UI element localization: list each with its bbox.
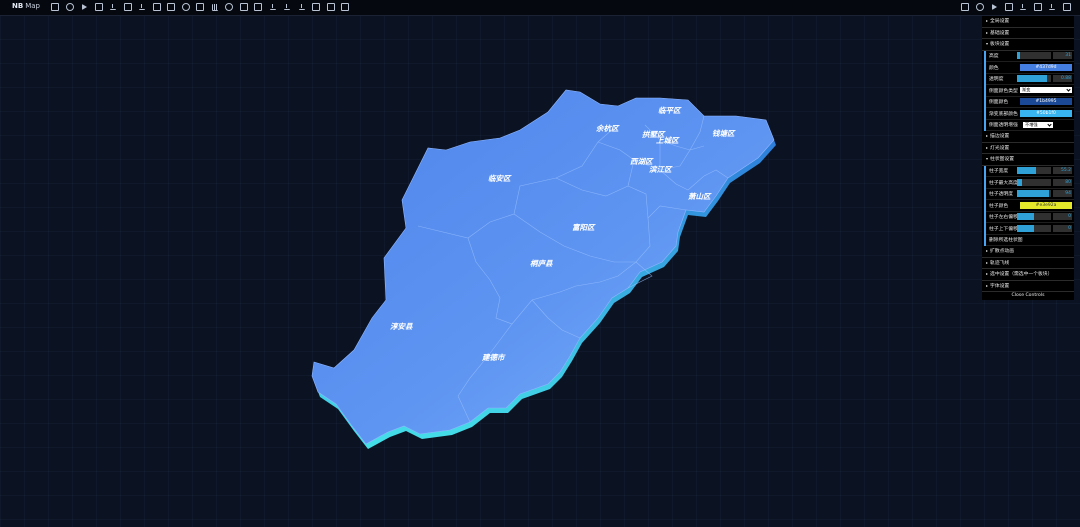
column-max-slider[interactable] (1017, 178, 1051, 186)
close-controls-button[interactable]: Close Controls (982, 292, 1074, 300)
delete-column-button[interactable]: 删除所选柱状图 (986, 235, 1074, 246)
label-chunan: 淳安县 (390, 322, 413, 331)
column-offset-y-label: 柱子上下偏移 (989, 226, 1017, 232)
label-linan: 临安区 (488, 174, 512, 183)
side-type-select[interactable]: 渐变 (1020, 87, 1072, 94)
block-color-row: 颜色 #437d9d (986, 62, 1074, 74)
side-alpha-select[interactable]: 不增强 (1023, 121, 1053, 128)
section-block[interactable]: 板块设置 (982, 39, 1074, 51)
label-xiaoshan: 萧山区 (688, 192, 712, 201)
block-settings: 高度 31 颜色 #437d9d 透明度 0.88 侧面颜色类型 渐变 侧面颜色… (984, 50, 1074, 131)
block-opacity-input[interactable]: 0.88 (1053, 75, 1072, 83)
side-color-picker[interactable]: #1b4995 (1020, 98, 1072, 106)
column-offset-y-slider[interactable] (1017, 224, 1051, 232)
side-color-label: 侧面颜色 (989, 100, 1009, 106)
delete-column-label: 删除所选柱状图 (989, 238, 1023, 244)
column-offset-x-input[interactable]: 0 (1053, 213, 1072, 221)
side-type-label: 侧面颜色类型 (989, 88, 1018, 94)
section-font[interactable]: 字体设置 (982, 281, 1074, 292)
label-jiande: 建德市 (481, 353, 506, 362)
label-linping: 临平区 (658, 106, 682, 115)
column-transparency-row: 柱子透明度 94 (986, 189, 1074, 200)
column-offset-x-row: 柱子左右偏移 0 (986, 212, 1074, 223)
column-transparency-label: 柱子透明度 (989, 192, 1013, 198)
settings-panel: 全局设置 基础设置 板块设置 高度 31 颜色 #437d9d 透明度 0.88… (982, 16, 1074, 300)
column-max-label: 柱子最大高度 (989, 180, 1017, 186)
slider-fill (1017, 190, 1049, 198)
side-type-row: 侧面颜色类型 渐变 (986, 85, 1074, 97)
section-light[interactable]: 灯光设置 (982, 143, 1074, 154)
column-max-row: 柱子最大高度 80 (986, 177, 1074, 189)
gradient-color-label: 渐变底部颜色 (989, 111, 1018, 117)
block-color-picker[interactable]: #437d9d (1020, 63, 1072, 71)
slider-fill (1017, 75, 1047, 83)
section-flyline[interactable]: 轨迹飞线 (982, 258, 1074, 269)
section-basemap[interactable]: 基础设置 (982, 28, 1074, 39)
slider-fill (1017, 167, 1036, 175)
slider-fill (1017, 178, 1023, 186)
block-opacity-label: 透明度 (989, 77, 1004, 83)
slider-fill (1017, 52, 1021, 60)
column-color-row: 柱子颜色 #e3e92a (986, 200, 1074, 212)
section-column[interactable]: 柱状图设置 (982, 154, 1074, 166)
column-offset-x-label: 柱子左右偏移 (989, 215, 1017, 221)
block-height-input[interactable]: 31 (1053, 52, 1072, 60)
section-global[interactable]: 全局设置 (982, 16, 1074, 28)
column-max-input[interactable]: 80 (1053, 178, 1072, 186)
slider-fill (1017, 224, 1034, 232)
label-tonglu: 桐庐县 (530, 259, 553, 268)
label-fuyang: 富阳区 (572, 223, 596, 232)
label-binjiang: 滨江区 (649, 165, 673, 174)
column-color-label: 柱子颜色 (989, 203, 1009, 209)
column-offset-x-slider[interactable] (1017, 213, 1051, 221)
label-yuhang: 余杭区 (596, 124, 620, 133)
column-width-row: 柱子宽度 55.2 (986, 166, 1074, 177)
hangzhou-map[interactable]: 余杭区 临平区 拱墅区 上城区 钱塘区 西湖区 滨江区 临安区 萧山区 富阳区 … (0, 0, 1080, 527)
slider-fill (1017, 213, 1034, 221)
block-color-label: 颜色 (989, 65, 999, 71)
section-stroke[interactable]: 描边设置 (982, 131, 1074, 143)
gradient-color-picker[interactable]: #50b1f0 (1020, 109, 1072, 117)
block-opacity-row: 透明度 0.88 (986, 74, 1074, 85)
block-opacity-slider[interactable] (1017, 75, 1051, 83)
label-shangcheng: 上城区 (656, 136, 680, 145)
side-alpha-label: 侧面透明增强 (989, 123, 1018, 129)
gradient-color-row: 渐变底部颜色 #50b1f0 (986, 108, 1074, 120)
block-height-row: 高度 31 (986, 51, 1074, 62)
column-width-label: 柱子宽度 (989, 169, 1009, 175)
block-height-slider[interactable] (1017, 52, 1051, 60)
column-width-input[interactable]: 55.2 (1053, 167, 1072, 175)
column-transparency-input[interactable]: 94 (1053, 190, 1072, 198)
block-height-label: 高度 (989, 54, 999, 60)
column-settings: 柱子宽度 55.2 柱子最大高度 80 柱子透明度 94 柱子颜色 #e3e92… (984, 165, 1074, 246)
column-offset-y-row: 柱子上下偏移 0 (986, 223, 1074, 235)
column-color-picker[interactable]: #e3e92a (1020, 201, 1072, 209)
side-alpha-row: 侧面透明增强 不增强 (986, 120, 1074, 131)
label-qiantang: 钱塘区 (712, 129, 736, 138)
column-width-slider[interactable] (1017, 167, 1051, 175)
side-color-row: 侧面颜色 #1b4995 (986, 97, 1074, 108)
section-select[interactable]: 选中设置（需选中一个板块） (982, 269, 1074, 281)
column-offset-y-input[interactable]: 0 (1053, 224, 1072, 232)
column-transparency-slider[interactable] (1017, 190, 1051, 198)
section-scatter[interactable]: 扩散点动画 (982, 246, 1074, 258)
